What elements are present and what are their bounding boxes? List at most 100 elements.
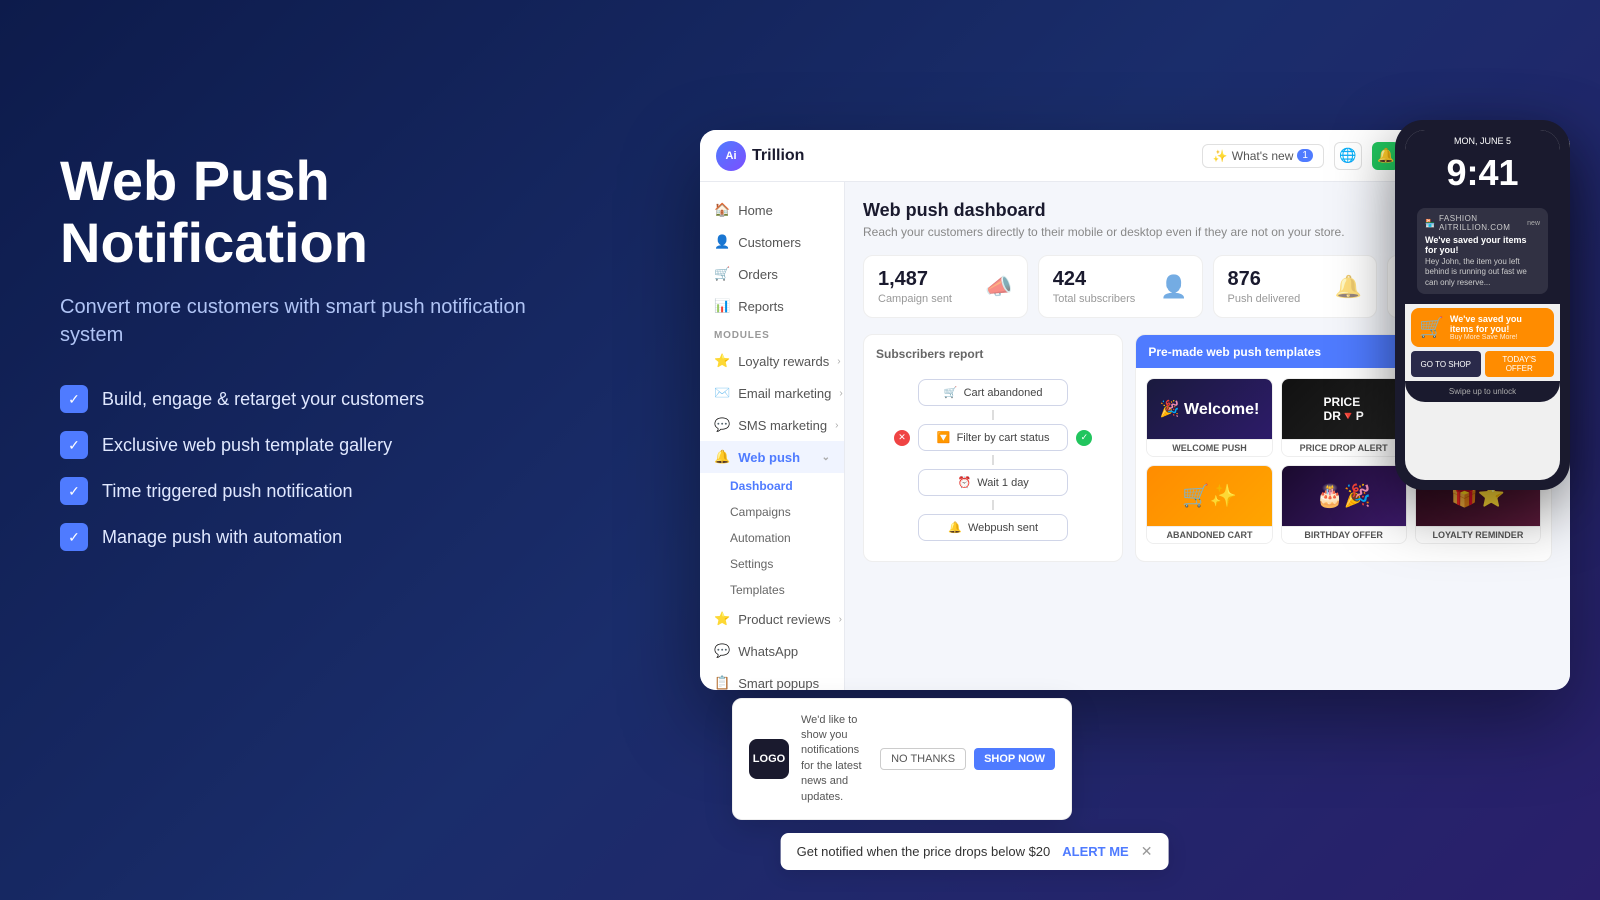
sidebar-label-webpush: Web push: [738, 450, 800, 465]
notification-popup: LOGO We'd like to show you notifications…: [732, 698, 1072, 820]
flow-node-wait: ⏰ Wait 1 day: [918, 469, 1068, 496]
stat-label-delivered: Push delivered: [1228, 293, 1301, 305]
hero-subtitle: Convert more customers with smart push n…: [60, 293, 540, 349]
translate-icon-button[interactable]: 🌐: [1334, 142, 1362, 170]
hero-panel: Web Push Notification Convert more custo…: [60, 150, 540, 551]
feature-item-2: ✓ Exclusive web push template gallery: [60, 431, 540, 459]
flow-diagram-area: 🛒 Cart abandoned 🔽 Filter by cart status…: [876, 371, 1110, 549]
reports-icon: 📊: [714, 298, 730, 314]
brand-name: Trillion: [752, 147, 804, 165]
phone-notif-header: 🏪 FASHION AITRILLION.COM new: [1425, 214, 1540, 232]
feature-text-1: Build, engage & retarget your customers: [102, 389, 424, 410]
orders-icon: 🛒: [714, 266, 730, 282]
template-img-welcome: 🎉 Welcome!: [1147, 379, 1271, 439]
templates-header-title: Pre-made web push templates: [1148, 345, 1321, 359]
sidebar: 🏠 Home 👤 Customers 🛒 Orders 📊 Reports MO…: [700, 182, 845, 690]
flow-node-filter: 🔽 Filter by cart status: [918, 424, 1068, 451]
sidebar-label-customers: Customers: [738, 235, 801, 250]
phone-mockup: MON, JUNE 5 9:41 🏪 FASHION AITRILLION.CO…: [1395, 120, 1570, 490]
push-icon: 🔔: [948, 521, 962, 534]
feature-item-3: ✓ Time triggered push notification: [60, 477, 540, 505]
phone-cart-notification: 🛒 We've saved you items for you! Buy Mor…: [1411, 308, 1554, 347]
sidebar-item-smartpopups[interactable]: 📋 Smart popups: [700, 667, 844, 690]
clock-icon: ⏰: [958, 476, 972, 489]
phone-cart-action-buttons: GO TO SHOP TODAY'S OFFER: [1411, 351, 1554, 377]
sidebar-item-reports[interactable]: 📊 Reports: [700, 290, 844, 322]
notif-actions: NO THANKS SHOP NOW: [880, 748, 1055, 770]
sidebar-label-whatsapp: WhatsApp: [738, 644, 798, 659]
loyalty-chevron: ›: [837, 356, 840, 367]
cart-emoji-icon: 🛒: [1419, 315, 1444, 340]
sidebar-item-sms[interactable]: 💬 SMS marketing ›: [700, 409, 844, 441]
sidebar-label-orders: Orders: [738, 267, 778, 282]
stat-card-delivered: 876 Push delivered 🔔: [1213, 255, 1378, 318]
sidebar-item-reviews[interactable]: ⭐ Product reviews ›: [700, 603, 844, 635]
go-to-shop-button[interactable]: GO TO SHOP: [1411, 351, 1481, 377]
approve-badge: ✓: [1076, 430, 1092, 446]
feature-text-2: Exclusive web push template gallery: [102, 435, 392, 456]
sidebar-sub-campaigns[interactable]: Campaigns: [700, 499, 844, 525]
sparkle-icon: ✨: [1213, 149, 1228, 163]
sidebar-item-whatsapp[interactable]: 💬 WhatsApp: [700, 635, 844, 667]
sidebar-item-webpush[interactable]: 🔔 Web push ⌄: [700, 441, 844, 473]
template-img-price: PRICEDR🔻P: [1282, 379, 1406, 439]
feature-text-3: Time triggered push notification: [102, 481, 352, 502]
sidebar-item-email[interactable]: ✉️ Email marketing ›: [700, 377, 844, 409]
sidebar-sub-settings[interactable]: Settings: [700, 551, 844, 577]
alert-me-button[interactable]: ALERT ME: [1062, 844, 1128, 859]
whats-new-badge: 1: [1297, 149, 1313, 162]
sidebar-item-loyalty[interactable]: ⭐ Loyalty rewards ›: [700, 345, 844, 377]
check-icon-3: ✓: [60, 477, 88, 505]
phone-notif-sub-text: Hey John, the item you left behind is ru…: [1425, 257, 1540, 288]
stat-number-campaigns: 1,487: [878, 268, 952, 291]
template-img-birthday: 🎂🎉: [1282, 466, 1406, 526]
phone-date: MON, JUNE 5: [1454, 136, 1511, 146]
phone-screen: MON, JUNE 5 9:41 🏪 FASHION AITRILLION.CO…: [1405, 130, 1560, 480]
sidebar-label-reports: Reports: [738, 299, 784, 314]
sidebar-item-orders[interactable]: 🛒 Orders: [700, 258, 844, 290]
sidebar-label-email: Email marketing: [738, 386, 831, 401]
feature-item-4: ✓ Manage push with automation: [60, 523, 540, 551]
customers-icon: 👤: [714, 234, 730, 250]
shop-now-button[interactable]: SHOP NOW: [974, 748, 1055, 770]
sidebar-item-home[interactable]: 🏠 Home: [700, 194, 844, 226]
check-icon-2: ✓: [60, 431, 88, 459]
sms-icon: 💬: [714, 417, 730, 433]
cart-notif-sub: Buy More Save More!: [1450, 334, 1546, 341]
template-label-price: PRICE DROP ALERT: [1282, 439, 1406, 456]
subscribers-stat-icon: 👤: [1160, 274, 1187, 300]
check-icon-4: ✓: [60, 523, 88, 551]
template-card-welcome[interactable]: 🎉 Welcome! WELCOME PUSH: [1146, 378, 1272, 457]
sidebar-item-customers[interactable]: 👤 Customers: [700, 226, 844, 258]
modules-section-label: MODULES: [700, 322, 844, 345]
todays-offer-button[interactable]: TODAY'S OFFER: [1485, 351, 1555, 377]
template-card-cart[interactable]: 🛒✨ ABANDONED CART: [1146, 465, 1272, 544]
template-label-loyalty: LOYALTY REMINDER: [1416, 526, 1540, 543]
no-thanks-button[interactable]: NO THANKS: [880, 748, 966, 770]
whatsapp-icon: 💬: [714, 643, 730, 659]
logo-area: Ai Trillion: [716, 141, 804, 171]
sms-chevron: ›: [835, 420, 838, 431]
sidebar-sub-automation[interactable]: Automation: [700, 525, 844, 551]
template-label-welcome: WELCOME PUSH: [1147, 439, 1271, 456]
whats-new-button[interactable]: ✨ What's new 1: [1202, 144, 1324, 168]
template-card-birthday[interactable]: 🎂🎉 BIRTHDAY OFFER: [1281, 465, 1407, 544]
template-card-price[interactable]: PRICEDR🔻P PRICE DROP ALERT: [1281, 378, 1407, 457]
sidebar-label-reviews: Product reviews: [738, 612, 830, 627]
phone-time-display: 9:41: [1405, 148, 1560, 198]
sidebar-sub-dashboard[interactable]: Dashboard: [700, 473, 844, 499]
phone-swipe-hint: Swipe up to unlock: [1405, 381, 1560, 402]
alert-close-button[interactable]: ✕: [1141, 843, 1153, 860]
cart-notif-title: We've saved you items for you!: [1450, 314, 1546, 334]
webpush-icon: 🔔: [714, 449, 730, 465]
loyalty-icon: ⭐: [714, 353, 730, 369]
feature-item-1: ✓ Build, engage & retarget your customer…: [60, 385, 540, 413]
report-title: Subscribers report: [876, 347, 1110, 361]
stat-card-campaigns: 1,487 Campaign sent 📣: [863, 255, 1028, 318]
logo-icon: Ai: [716, 141, 746, 171]
reviews-icon: ⭐: [714, 611, 730, 627]
filter-icon: 🔽: [937, 431, 951, 444]
sidebar-sub-templates[interactable]: Templates: [700, 577, 844, 603]
notif-logo: LOGO: [749, 739, 789, 779]
template-label-cart: ABANDONED CART: [1147, 526, 1271, 543]
